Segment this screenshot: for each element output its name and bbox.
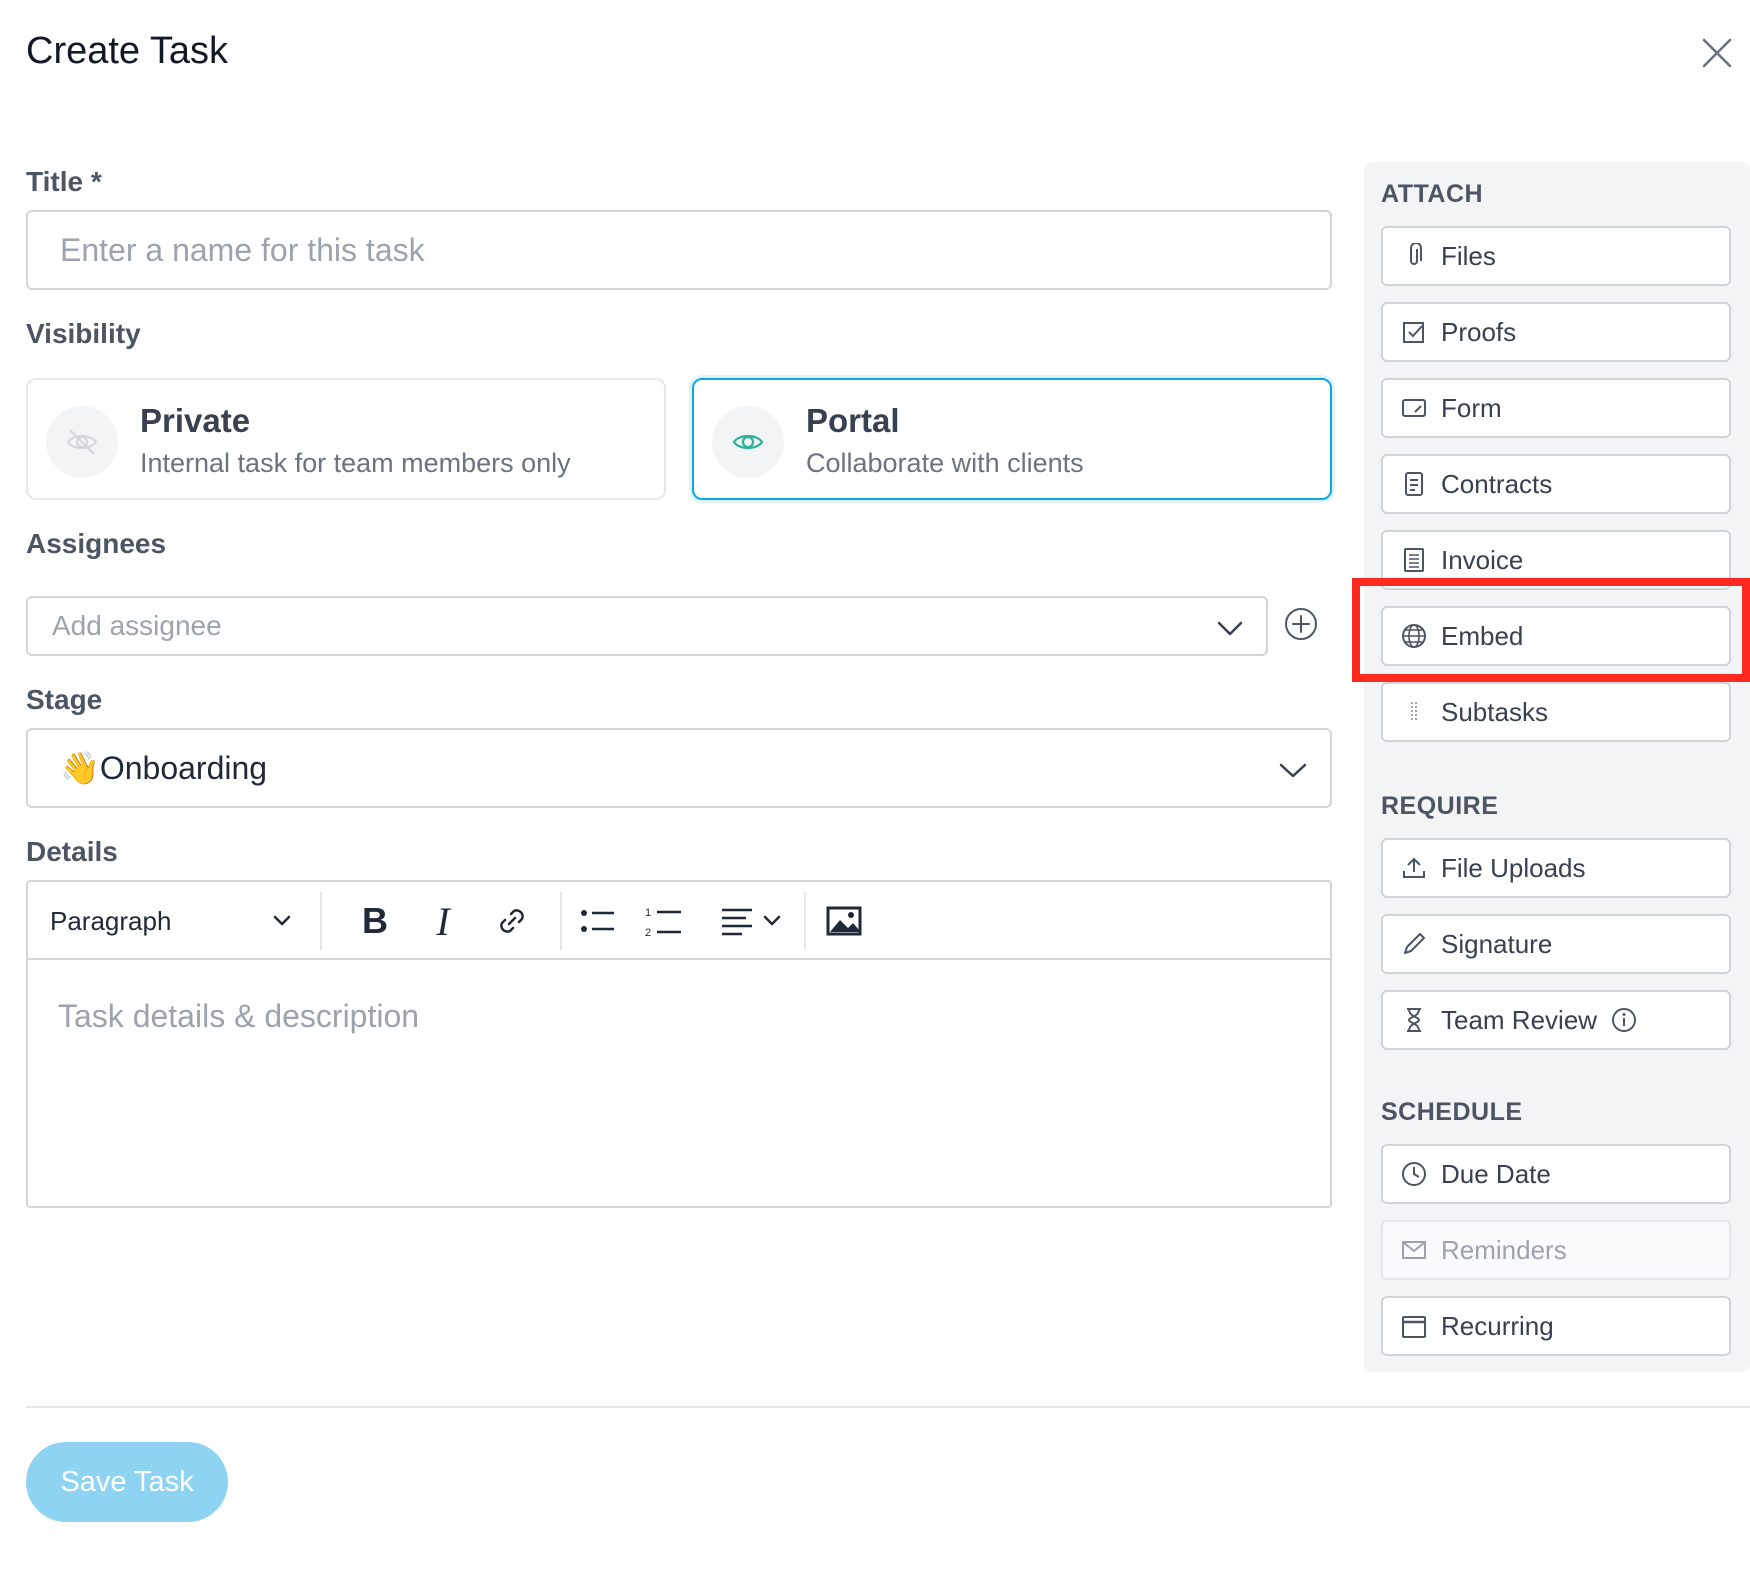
attach-invoice-label: Invoice (1441, 544, 1524, 575)
add-assignee-button[interactable] (1283, 606, 1319, 642)
assignee-placeholder: Add assignee (52, 610, 222, 641)
attach-form-button[interactable]: Form (1381, 378, 1731, 438)
info-icon[interactable] (1611, 1007, 1637, 1033)
eye-icon (732, 434, 764, 450)
require-signature-button[interactable]: Signature (1381, 914, 1731, 974)
attach-contracts-label: Contracts (1441, 468, 1553, 499)
visibility-label: Visibility (26, 318, 141, 349)
block-format-select[interactable]: Paragraph (50, 882, 298, 960)
list-icon (1411, 702, 1417, 722)
attach-contracts-button[interactable]: Contracts (1381, 454, 1731, 514)
details-textarea-placeholder[interactable]: Task details & description (58, 998, 419, 1035)
footer-divider (26, 1406, 1750, 1408)
toolbar-separator (320, 892, 322, 950)
document-icon (1405, 472, 1423, 496)
svg-text:1: 1 (645, 907, 651, 919)
upload-icon (1403, 857, 1425, 878)
stage-select[interactable]: 👋 Onboarding (26, 728, 1332, 808)
attach-proofs-button[interactable]: Proofs (1381, 302, 1731, 362)
link-button[interactable] (484, 882, 540, 960)
title-label: Title * (26, 166, 102, 197)
plus-circle-icon (1285, 608, 1317, 640)
align-dropdown-button[interactable] (712, 882, 790, 960)
stage-value: Onboarding (99, 749, 268, 786)
bold-icon: B (362, 900, 388, 941)
bold-button[interactable]: B (350, 882, 400, 960)
save-task-button[interactable]: Save Task (26, 1442, 228, 1522)
schedule-due-date-label: Due Date (1441, 1158, 1551, 1189)
title-input[interactable] (26, 210, 1332, 290)
require-heading: REQUIRE (1381, 792, 1499, 820)
envelope-icon (1402, 1241, 1426, 1259)
toolbar-separator (560, 892, 562, 950)
details-label: Details (26, 836, 118, 867)
editor-toolbar: Paragraph B I 1 2 (28, 882, 1330, 960)
visibility-title-private: Private (140, 402, 251, 439)
paperclip-icon (1410, 243, 1422, 265)
schedule-recurring-label: Recurring (1441, 1310, 1554, 1341)
eye-off-icon (66, 429, 98, 455)
bullet-list-button[interactable] (576, 882, 620, 960)
attach-subtasks-label: Subtasks (1441, 696, 1548, 727)
chevron-down-icon (1217, 621, 1243, 636)
invoice-icon (1404, 548, 1424, 572)
italic-icon: I (436, 898, 450, 944)
image-icon (826, 906, 862, 936)
form-icon (1402, 399, 1426, 417)
require-file-uploads-label: File Uploads (1441, 852, 1586, 883)
wave-emoji-icon: 👋 (60, 750, 100, 786)
align-left-icon (722, 908, 752, 936)
stage-value-wrap: 👋 Onboarding (60, 730, 267, 806)
schedule-recurring-button[interactable]: Recurring (1381, 1296, 1731, 1356)
attach-files-button[interactable]: Files (1381, 226, 1731, 286)
embed-highlight-box (1352, 578, 1750, 682)
attach-proofs-label: Proofs (1441, 316, 1517, 347)
close-icon (1702, 38, 1732, 68)
italic-button[interactable]: I (418, 882, 468, 960)
private-icon-badge (46, 406, 118, 478)
stage-label: Stage (26, 684, 103, 715)
attach-heading: ATTACH (1381, 180, 1484, 208)
chevron-down-icon (763, 915, 781, 926)
toolbar-separator (804, 892, 806, 950)
visibility-title-portal: Portal (806, 402, 900, 439)
attach-files-label: Files (1441, 240, 1496, 271)
visibility-subtitle-private: Internal task for team members only (140, 448, 571, 478)
visibility-option-private[interactable]: Private Internal task for team members o… (26, 378, 666, 500)
chevron-down-icon (273, 915, 291, 926)
insert-image-button[interactable] (818, 882, 870, 960)
numbered-list-icon: 1 2 (645, 907, 681, 938)
link-icon (500, 909, 524, 933)
schedule-reminders-label: Reminders (1441, 1234, 1567, 1265)
modal-title: Create Task (26, 30, 229, 72)
visibility-option-portal[interactable]: Portal Collaborate with clients (692, 378, 1332, 500)
require-signature-label: Signature (1441, 928, 1553, 959)
bullet-list-icon (581, 910, 614, 932)
portal-icon-badge (712, 406, 784, 478)
checkbox-icon (1403, 322, 1424, 343)
require-team-review-button[interactable]: Team Review (1381, 990, 1731, 1050)
attach-subtasks-button[interactable]: Subtasks (1381, 682, 1731, 742)
assignees-label: Assignees (26, 528, 167, 559)
assignee-select[interactable]: Add assignee (26, 596, 1268, 656)
calendar-icon (1402, 1316, 1426, 1338)
numbered-list-button[interactable]: 1 2 (642, 882, 686, 960)
details-editor: Paragraph B I 1 2 Task details & descrip… (26, 880, 1332, 1208)
schedule-reminders-button[interactable]: Reminders (1381, 1220, 1731, 1280)
close-button[interactable] (1700, 36, 1734, 70)
pen-icon (1404, 933, 1425, 954)
hourglass-icon (1407, 1008, 1421, 1032)
clock-icon (1402, 1162, 1426, 1186)
block-format-label: Paragraph (50, 905, 172, 936)
require-file-uploads-button[interactable]: File Uploads (1381, 838, 1731, 898)
svg-text:2: 2 (645, 927, 651, 938)
schedule-heading: SCHEDULE (1381, 1098, 1523, 1126)
attach-form-label: Form (1441, 392, 1502, 423)
chevron-down-icon (1279, 763, 1307, 778)
schedule-due-date-button[interactable]: Due Date (1381, 1144, 1731, 1204)
require-team-review-label: Team Review (1441, 1004, 1598, 1035)
visibility-subtitle-portal: Collaborate with clients (806, 448, 1084, 478)
